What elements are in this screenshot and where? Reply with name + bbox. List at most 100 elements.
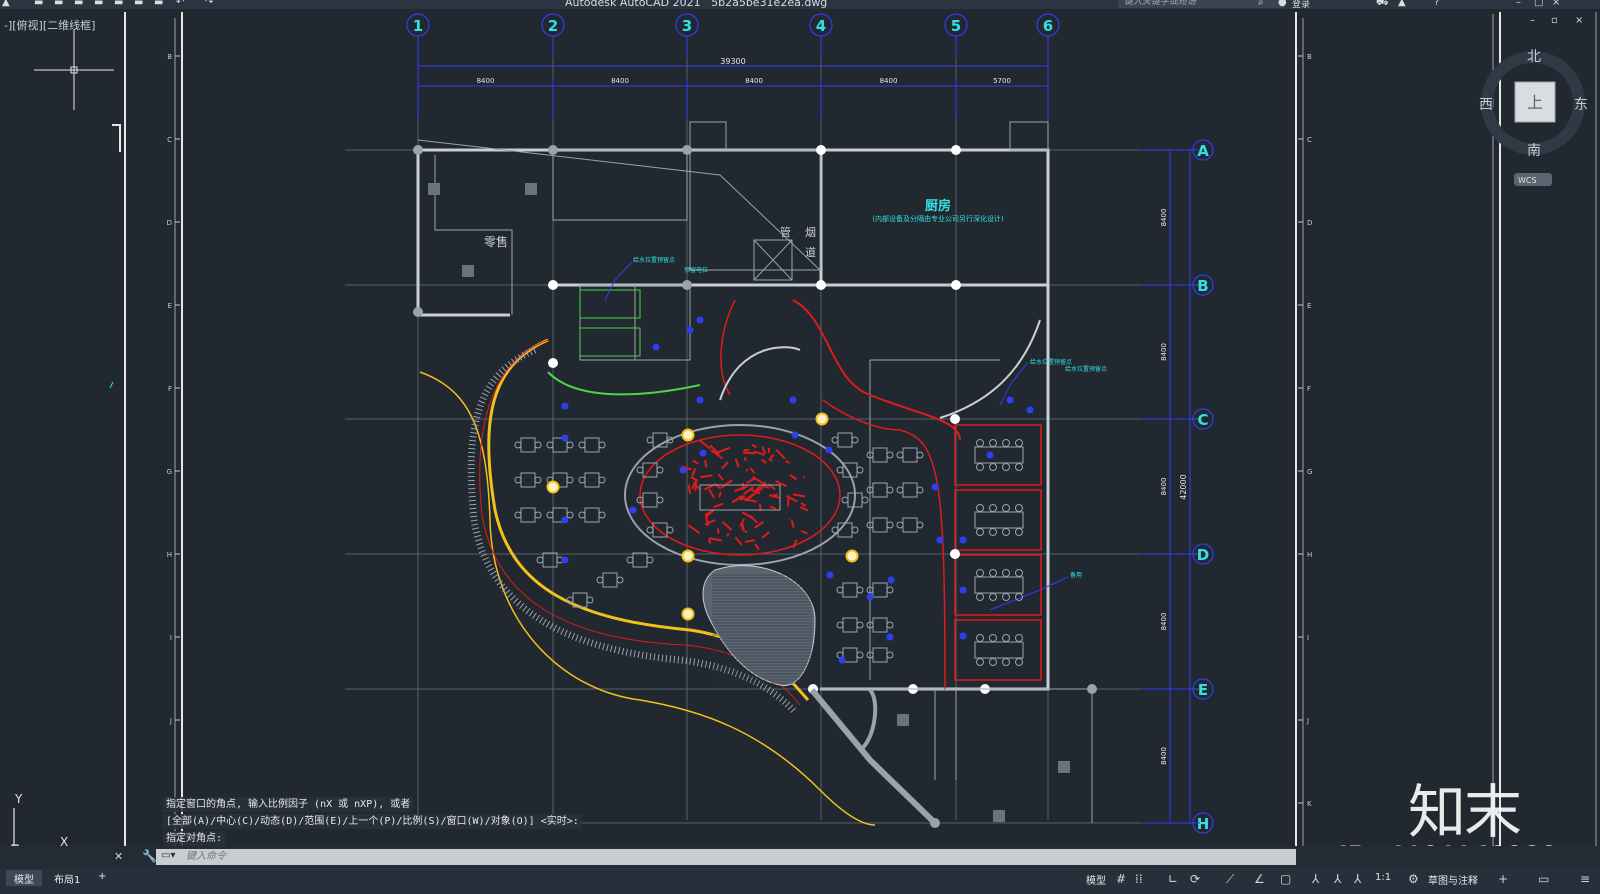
dining-table: [520, 472, 536, 488]
viewport-minimize-icon[interactable]: –: [1530, 15, 1535, 26]
dining-table: [542, 552, 558, 568]
ruler-right-J: J: [1306, 717, 1309, 725]
viewcube-south[interactable]: 南: [1527, 143, 1541, 159]
structural-column: [548, 280, 558, 290]
drawing-canvas[interactable]: B C D E F G H I J K B C D E F G H I J K 1 2 3 4 5 6 A B C D E H 3: [0, 9, 1600, 851]
annotation-monitor-icon[interactable]: +: [1498, 872, 1508, 886]
plot-icon[interactable]: ▬: [154, 0, 163, 9]
room-chair: [989, 569, 997, 577]
title-bar: ▲ ▬ ▬ ▬ ▬ ▬ ▬ ▬ ↶ ↷ Autodesk AutoCAD 202…: [0, 0, 1600, 9]
ucs-icon: [11, 808, 60, 851]
private-room-tables: [974, 439, 1024, 666]
ruler-left-F: F: [168, 385, 172, 393]
command-close-icon[interactable]: ✕: [114, 850, 123, 863]
dining-chair: [886, 586, 894, 594]
structural-column: [816, 145, 826, 155]
room-chair: [1002, 463, 1010, 471]
auto-scale-icon[interactable]: ⅄: [1334, 872, 1341, 886]
login-link[interactable]: 登录: [1292, 0, 1310, 9]
room-chair: [976, 528, 984, 536]
polar-icon[interactable]: ⟳: [1190, 872, 1200, 886]
viewcube-north[interactable]: 北: [1527, 49, 1541, 65]
viewport-restore-icon[interactable]: ▫: [1551, 15, 1558, 26]
structural-column: [951, 145, 961, 155]
annotation-visibility-icon[interactable]: ⅄: [1312, 872, 1319, 886]
app-menu-icon[interactable]: ▲: [2, 0, 10, 9]
room-chair: [989, 463, 997, 471]
fullscreen-icon[interactable]: ▭: [1538, 872, 1549, 886]
status-model-label[interactable]: 模型: [1086, 872, 1106, 887]
room-chair: [976, 463, 984, 471]
viewport-controls-label[interactable]: -][俯视][二维线框]: [4, 17, 95, 33]
dining-chair: [656, 496, 664, 504]
tab-layout1[interactable]: 布局1: [46, 870, 88, 886]
workspace-switch[interactable]: 草图与注释: [1428, 872, 1478, 887]
dining-chair: [856, 466, 864, 474]
viewcube-west[interactable]: 西: [1479, 97, 1493, 113]
close-icon[interactable]: ×: [1552, 0, 1560, 8]
snap-icon[interactable]: ⁞⁞: [1135, 872, 1143, 886]
ruler-right-B: B: [1307, 53, 1312, 61]
right-span-3: 8400: [1160, 478, 1168, 496]
dining-chair: [514, 511, 522, 519]
save-icon[interactable]: ▬: [74, 0, 83, 9]
osnap-tracking-icon[interactable]: ▢: [1280, 872, 1291, 886]
ruler-left-G: G: [167, 468, 172, 476]
help-icon[interactable]: ?: [1434, 0, 1439, 8]
light-point: [931, 483, 939, 491]
light-point: [789, 396, 797, 404]
grid-icon[interactable]: #: [1116, 872, 1126, 886]
light-point: [866, 593, 874, 601]
viewcube-east[interactable]: 东: [1574, 97, 1588, 113]
room-chair: [1002, 528, 1010, 536]
customization-menu-icon[interactable]: ≡: [1580, 872, 1590, 886]
tab-add[interactable]: +: [90, 870, 114, 886]
open-file-icon[interactable]: ▬: [54, 0, 63, 9]
dining-chair: [916, 521, 924, 529]
viewport-close-icon[interactable]: ×: [1575, 15, 1583, 26]
save-web-icon[interactable]: ▬: [134, 0, 143, 9]
cart-icon[interactable]: ⛟: [1376, 0, 1389, 9]
redo-icon[interactable]: ↷: [205, 0, 213, 9]
undo-icon[interactable]: ↶: [176, 0, 184, 9]
dining-chair: [598, 441, 606, 449]
feature-column: [845, 549, 859, 563]
command-history-icon[interactable]: ▭▾: [161, 850, 175, 861]
search-icon[interactable]: ⌕: [1258, 0, 1264, 8]
dining-chair: [534, 511, 542, 519]
right-span-dimensions: 8400 8400 8400 8400 8400: [1160, 209, 1168, 765]
isodraft-icon[interactable]: ⟋: [1226, 872, 1234, 887]
object-snap-icon[interactable]: ∠: [1254, 872, 1265, 886]
row-bubble-label-A: A: [1197, 142, 1209, 160]
minimize-icon[interactable]: –: [1516, 0, 1521, 8]
maximize-icon[interactable]: □: [1534, 0, 1543, 8]
walkway-end: [930, 818, 940, 828]
light-point: [825, 446, 833, 454]
open-web-icon[interactable]: ▬: [114, 0, 123, 9]
command-input[interactable]: [186, 850, 1286, 863]
new-file-icon[interactable]: ▬: [34, 0, 43, 9]
room-chair: [1015, 504, 1023, 512]
workspace-gear-icon[interactable]: ⚙: [1408, 872, 1419, 886]
note-spare: 备用: [1070, 571, 1082, 579]
dining-chair: [896, 521, 904, 529]
annotation-scale-value[interactable]: 1:1: [1375, 872, 1391, 883]
dining-chair: [626, 556, 634, 564]
save-as-icon[interactable]: ▬: [94, 0, 103, 9]
tab-model[interactable]: 模型: [6, 870, 42, 886]
dining-chair: [598, 511, 606, 519]
dining-chair: [916, 451, 924, 459]
ruler-left-D: D: [167, 219, 172, 227]
room-chair: [1015, 463, 1023, 471]
dining-table: [632, 552, 648, 568]
annotation-scale-icon[interactable]: ⅄: [1354, 872, 1361, 886]
dining-table: [837, 432, 853, 448]
command-customize-icon[interactable]: 🔧: [142, 849, 157, 863]
column-axis-bubbles: 1 2 3 4 5 6: [406, 13, 1060, 60]
a360-icon[interactable]: ▲: [1398, 0, 1406, 8]
ortho-icon[interactable]: ∟: [1168, 872, 1178, 886]
column-bubble-label-6: 6: [1043, 17, 1053, 35]
dining-chair: [596, 576, 604, 584]
user-icon[interactable]: ●: [1278, 0, 1287, 8]
room-chair: [989, 593, 997, 601]
